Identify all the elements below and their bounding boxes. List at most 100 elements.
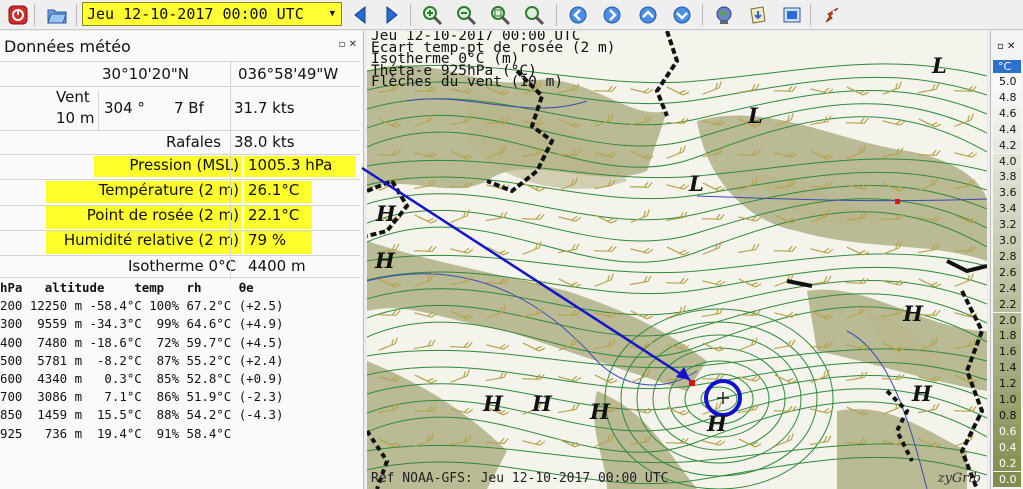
wind-barb — [558, 243, 580, 254]
wind-barb — [486, 371, 508, 382]
gribfile-icon[interactable] — [780, 3, 804, 27]
sounding-row: 850 1459 m 15.5°C 88% 54.2°C (-4.3) — [0, 407, 284, 423]
map-legend: Jeu 12-10-2017 00:00 UTC Ecart temp-pt de… — [371, 31, 615, 89]
wind-barb — [773, 245, 797, 252]
scale-value: 1.0 — [993, 392, 1021, 408]
high-marker-3: H — [483, 391, 503, 416]
wind-barb — [377, 309, 401, 316]
wind-barb — [630, 209, 650, 223]
wind-barb — [954, 151, 978, 158]
wind-barb — [774, 339, 796, 350]
zoom-out-icon[interactable] — [454, 3, 478, 27]
weather-data-panel: Données météo ▫ ✕ 30°10'20"N 036°58'49"W… — [0, 31, 364, 489]
wind-barb — [594, 273, 614, 287]
zoom-select-icon[interactable] — [488, 3, 512, 27]
coastline — [959, 290, 985, 489]
globe-icon[interactable] — [712, 3, 736, 27]
high-marker-1: H — [376, 201, 396, 226]
date-select-value: Jeu 12-10-2017 00:00 UTC — [87, 5, 304, 23]
wind-direction-value: 304 ° — [104, 99, 145, 117]
gust-value: 38.0 kts — [234, 133, 295, 151]
wind-barb — [378, 337, 398, 351]
scale-value: 4.2 — [993, 137, 1021, 154]
wind-barb — [882, 279, 906, 286]
go-right-icon[interactable] — [600, 3, 624, 27]
wind-barb — [630, 247, 654, 254]
high-marker-5: H — [590, 399, 610, 424]
wind-barb — [414, 214, 438, 224]
go-down-icon[interactable] — [670, 3, 694, 27]
longitude-value: 036°58'49"W — [238, 65, 339, 83]
wind-barb — [486, 246, 510, 256]
sounding-table: hPa altitude temp rh θe 200 12250 m -58.4… — [0, 279, 362, 443]
wind-barb — [666, 183, 690, 190]
wind-barb — [666, 211, 688, 222]
scale-value: 2.0 — [993, 312, 1021, 329]
open-file-icon[interactable] — [45, 3, 69, 27]
wind-barb — [413, 245, 437, 252]
gust-label: Rafales — [166, 133, 221, 151]
freezing-level-value: 4400 m — [248, 257, 306, 275]
previous-icon[interactable] — [348, 3, 372, 27]
humidity-label: Humidité relative (2 m) — [46, 231, 242, 254]
download-icon[interactable] — [746, 3, 770, 27]
wind-barb — [810, 87, 834, 94]
high-marker-2: H — [903, 301, 923, 326]
scale-value: 5.0 — [993, 74, 1021, 90]
scale-value: 4.0 — [993, 153, 1021, 170]
wind-barb — [702, 81, 722, 95]
sounding-row: 400 7480 m -18.6°C 72% 59.7°C (+4.5) — [0, 334, 284, 350]
rocket-icon[interactable] — [820, 3, 844, 27]
wind-barb — [414, 374, 438, 384]
map-canvas[interactable] — [367, 31, 987, 489]
zoom-all-icon[interactable] — [522, 3, 546, 27]
toolbar: Jeu 12-10-2017 00:00 UTC ▼ — [0, 0, 1023, 30]
sounding-header: hPa altitude temp rh θe — [0, 280, 254, 295]
wind-barb — [665, 117, 689, 124]
wind-barb — [630, 407, 654, 414]
wind-barb — [450, 247, 474, 254]
scale-value: 0.8 — [993, 407, 1021, 424]
wind-barb — [918, 83, 940, 94]
zygrib-window: Jeu 12-10-2017 00:00 UTC ▼ Données météo… — [0, 0, 1023, 489]
wind-barb — [738, 83, 760, 94]
coastline — [786, 279, 813, 288]
scale-value: 3.2 — [993, 217, 1021, 233]
wind-barb — [701, 213, 725, 220]
wind-barb — [593, 245, 617, 252]
scale-unit: °C — [993, 60, 1021, 73]
wind-barb — [845, 117, 869, 124]
wind-speed-value: 31.7 kts — [234, 99, 295, 117]
scale-value: 2.6 — [993, 264, 1021, 281]
next-icon[interactable] — [380, 3, 404, 27]
wind-barb — [558, 403, 580, 414]
close-icon[interactable] — [6, 3, 30, 27]
temperature-value: 26.1°C — [244, 181, 312, 203]
scale-value: 1.6 — [993, 344, 1021, 361]
wind-height-label: 10 m — [56, 109, 95, 127]
pressure-value: 1005.3 hPa — [244, 156, 356, 177]
go-up-icon[interactable] — [636, 3, 660, 27]
go-left-icon[interactable] — [566, 3, 590, 27]
close-icon[interactable]: ✕ — [349, 39, 357, 50]
low-marker-3: L — [689, 171, 704, 196]
float-icon[interactable]: ▫ — [339, 39, 346, 50]
scale-value: 2.2 — [993, 296, 1021, 313]
scale-value: 0.0 — [993, 471, 1021, 488]
date-select[interactable]: Jeu 12-10-2017 00:00 UTC ▼ — [82, 2, 342, 26]
wind-barb — [846, 86, 870, 96]
scale-value: 2.8 — [993, 248, 1021, 265]
wind-barb — [666, 246, 690, 256]
color-scale: ▫ ✕ °C 5.0 4.8 4.6 4.4 4.2 4.0 3.8 3.6 3.4 3.2 3.0… — [990, 31, 1023, 489]
scale-value: 3.8 — [993, 169, 1021, 186]
scale-value: 1.4 — [993, 360, 1021, 377]
dewpoint-shade — [367, 361, 507, 489]
wind-barb — [666, 145, 686, 159]
zoom-in-icon[interactable] — [420, 3, 444, 27]
wind-barb — [521, 213, 545, 220]
scale-controls[interactable]: ▫ ✕ — [997, 41, 1015, 52]
latitude-value: 30°10'20"N — [102, 65, 190, 83]
panel-controls[interactable]: ▫ ✕ — [339, 39, 357, 50]
weather-map[interactable]: Jeu 12-10-2017 00:00 UTC Ecart temp-pt de… — [367, 31, 987, 489]
dew-point-label: Point de rosée (2 m) — [46, 206, 242, 229]
